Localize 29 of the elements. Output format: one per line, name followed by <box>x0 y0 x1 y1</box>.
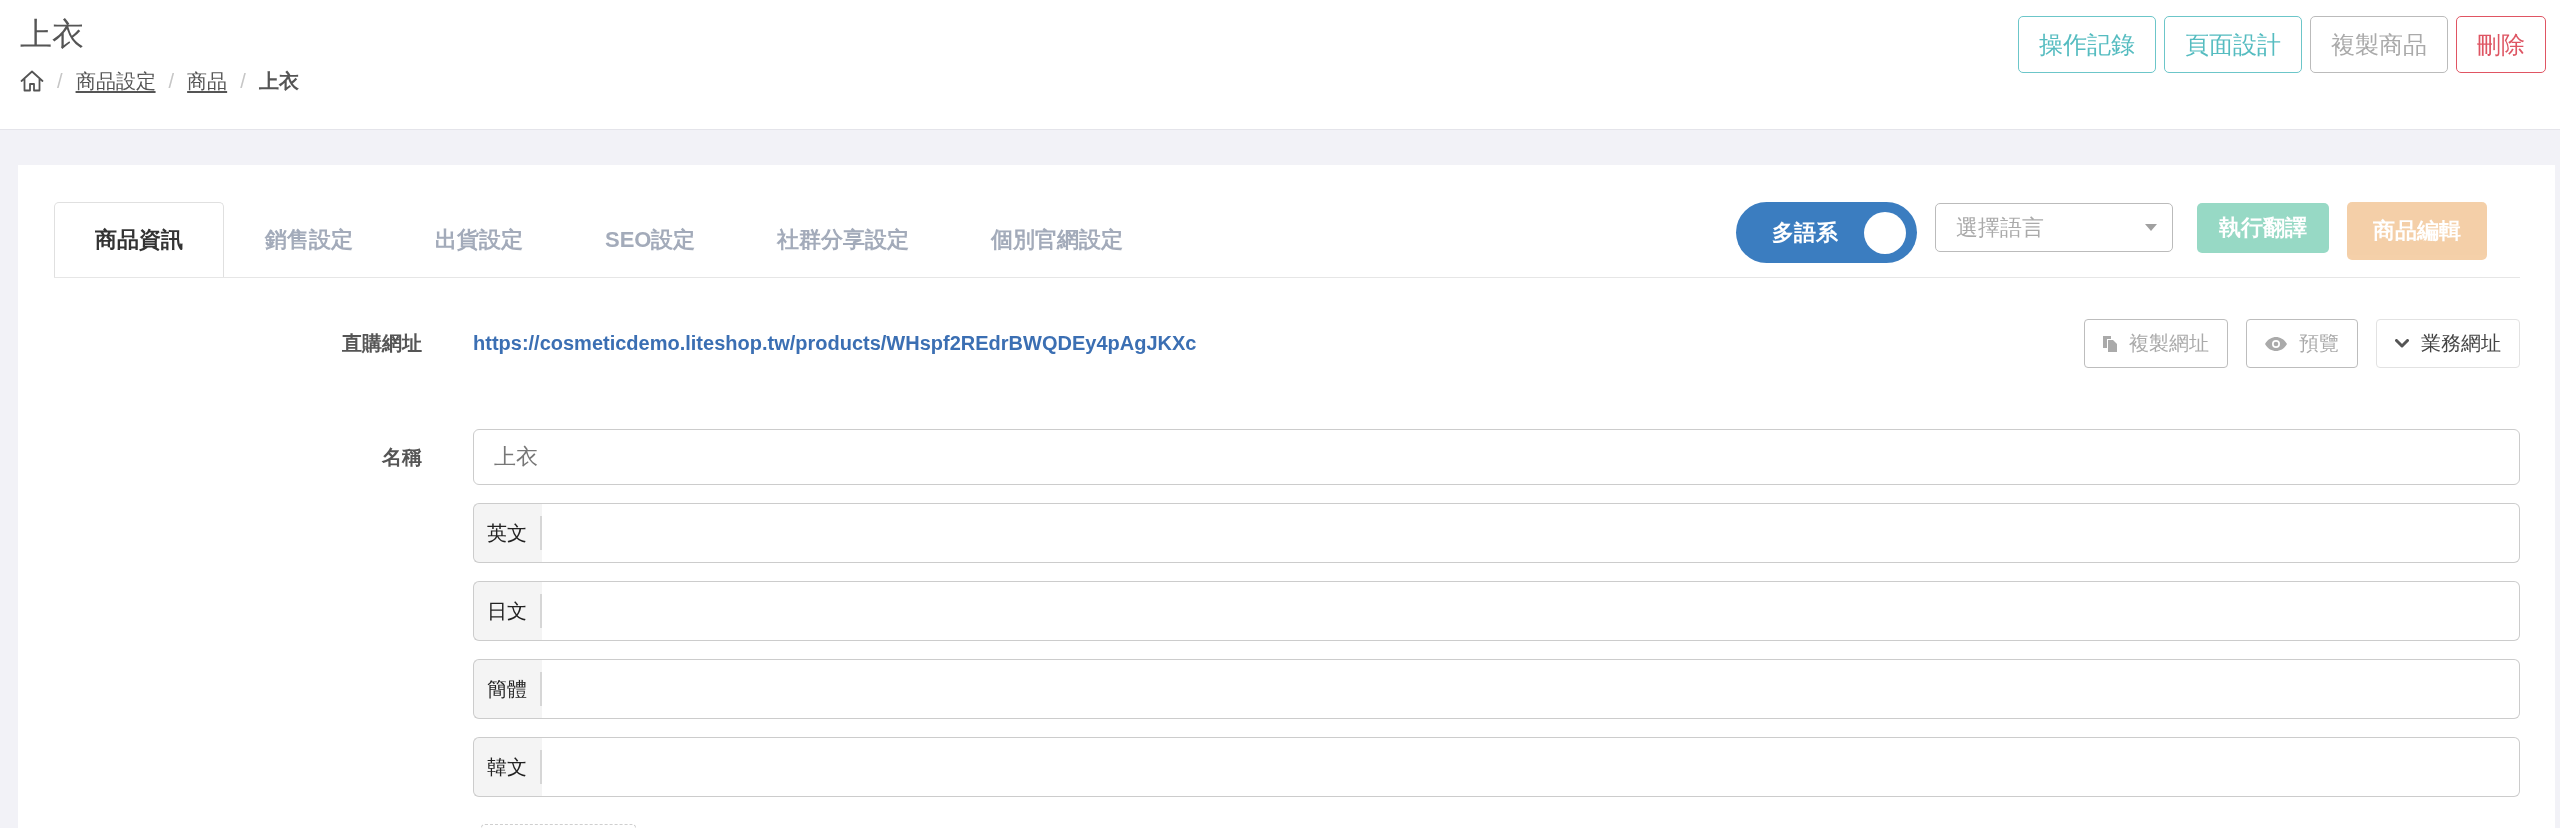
tab[interactable]: 商品資訊 <box>54 202 224 277</box>
breadcrumb-separator: / <box>168 69 175 94</box>
home-icon[interactable] <box>20 70 44 92</box>
action-button[interactable]: 頁面設計 <box>2164 16 2302 73</box>
tab[interactable]: 銷售設定 <box>224 202 394 277</box>
language-select[interactable]: 選擇語言 <box>1935 203 2173 252</box>
product-url-link[interactable]: https://cosmeticdemo.liteshop.tw/products/WHspf2REdrBWQDEy4pAgJKXc <box>473 332 1197 355</box>
breadcrumb-current: 上衣 <box>258 69 299 94</box>
field-label: 直購網址 <box>342 331 422 356</box>
tab[interactable]: 個別官網設定 <box>950 202 1165 277</box>
breadcrumb-separator: / <box>57 69 63 94</box>
chevron-down-icon <box>2395 339 2409 348</box>
breadcrumb-link[interactable]: 商品 <box>187 68 228 94</box>
language-toggle[interactable]: 多語系 <box>1736 202 1917 263</box>
field-label: 名稱 <box>382 445 422 470</box>
tab[interactable]: 出貨設定 <box>394 202 564 277</box>
action-button[interactable]: 刪除 <box>2456 16 2546 73</box>
action-button[interactable]: 操作記錄 <box>2018 16 2156 73</box>
page-title: 上衣 <box>20 15 84 54</box>
name-input[interactable]: 上衣 <box>473 429 2520 485</box>
tab[interactable]: 社群分享設定 <box>736 202 951 277</box>
caret-icon <box>2145 224 2157 231</box>
action-button[interactable]: 複製商品 <box>2310 16 2448 73</box>
breadcrumb-separator: / <box>240 69 246 94</box>
eye-icon <box>2265 336 2287 351</box>
sales-url-button[interactable]: 業務網址 <box>2376 319 2520 368</box>
copy-icon <box>2103 335 2117 352</box>
tab[interactable]: SEO設定 <box>564 202 737 277</box>
breadcrumb-link[interactable]: 商品設定 <box>75 68 156 94</box>
